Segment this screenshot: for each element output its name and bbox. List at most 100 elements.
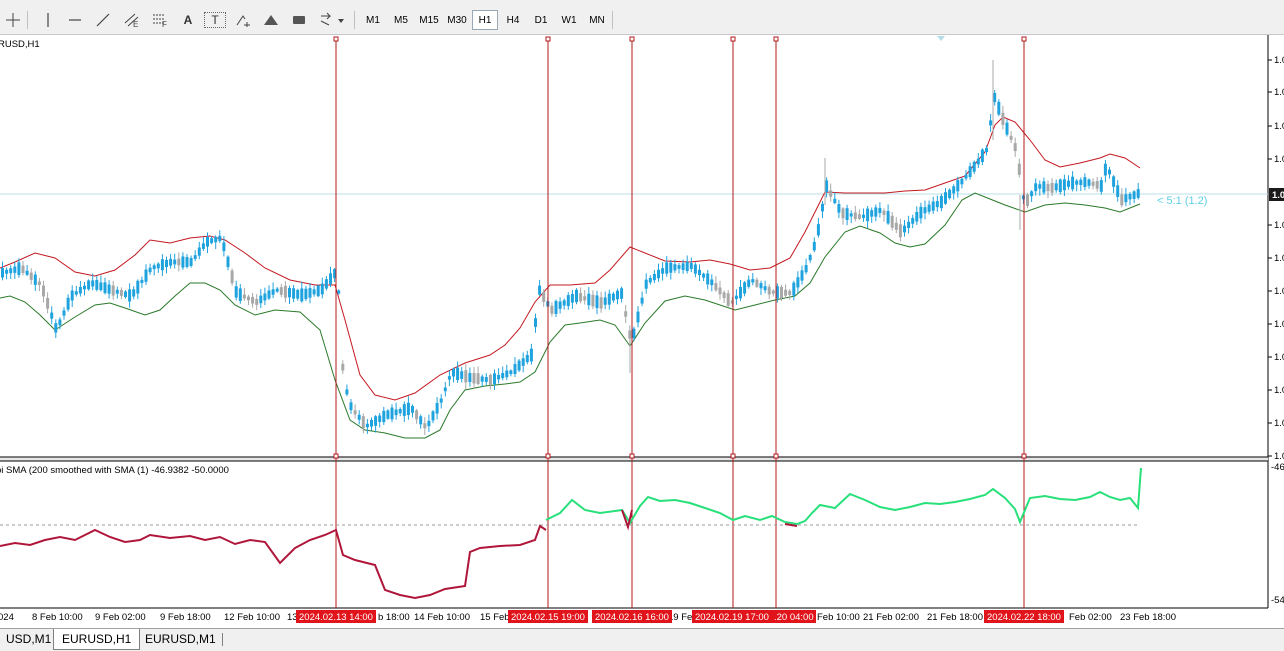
timeframe-m15-button[interactable]: M15	[416, 10, 442, 30]
vertical-marker-time-label: 2024.02.19 17:00	[695, 612, 769, 623]
candle-body	[595, 295, 599, 309]
text-label-icon[interactable]: T	[204, 12, 226, 28]
candle-body	[591, 294, 595, 307]
candle-body	[808, 255, 812, 261]
timeframe-mn-button[interactable]: MN	[584, 10, 610, 30]
candle-body	[681, 263, 685, 270]
candle-body	[148, 267, 152, 273]
candle-body	[1026, 194, 1029, 206]
candle-body	[964, 174, 968, 179]
timeframe-m30-button[interactable]: M30	[444, 10, 470, 30]
candle-body	[607, 293, 611, 305]
candle-body	[263, 293, 267, 301]
candle-body	[837, 203, 841, 213]
candle-body	[517, 360, 521, 371]
candle-body	[1108, 169, 1111, 175]
candle-body	[599, 297, 603, 309]
price-axis-label: 1.0	[1274, 87, 1284, 98]
timeframe-d1-button[interactable]: D1	[528, 10, 554, 30]
candle-body	[993, 92, 997, 103]
vertical-marker-handle-top	[773, 36, 779, 42]
horizontal-line-icon[interactable]	[64, 10, 86, 30]
vertical-marker-time-label: 2024.02.16 16:00	[595, 612, 669, 623]
vertical-line-icon[interactable]	[38, 10, 58, 30]
vertical-marker-handle-bottom	[629, 453, 635, 459]
candle-body	[398, 409, 402, 414]
timeframe-w1-button[interactable]: W1	[556, 10, 582, 30]
candle-body	[316, 285, 320, 297]
candle-body	[714, 282, 718, 291]
shapes-dropdown-icon[interactable]	[316, 10, 348, 30]
price-axis-label: 1.0	[1274, 451, 1284, 462]
candle-body	[1075, 180, 1079, 185]
candle-body	[452, 368, 455, 377]
candle-body	[558, 301, 562, 309]
candle-body	[25, 270, 29, 275]
candle-body	[197, 247, 201, 256]
candle-body	[562, 300, 566, 306]
candle-body	[693, 264, 697, 274]
candle-body	[780, 286, 783, 299]
timeframe-m5-button[interactable]: M5	[388, 10, 414, 30]
triangle-icon[interactable]	[260, 10, 282, 30]
candle-body	[386, 410, 390, 419]
candle-body	[177, 258, 181, 266]
crosshair-icon[interactable]	[2, 10, 24, 30]
candle-body	[337, 290, 341, 294]
price-axis-label: 1.0	[1274, 220, 1284, 231]
candle-body	[247, 296, 250, 301]
chart-canvas[interactable]: 1.0 1.0 1.0 1.0 1.0 1.0 1.0 1.0 1.0 1.0 1.0 1.0 1.0 <…	[0, 35, 1284, 628]
candle-body	[620, 288, 624, 299]
candle-body	[9, 268, 13, 274]
candle-body	[915, 211, 919, 222]
candle-body	[1083, 177, 1087, 188]
arrow-label-icon[interactable]	[232, 10, 254, 30]
candle-body	[251, 296, 255, 304]
candle-body	[640, 297, 644, 304]
candle-body	[357, 414, 361, 420]
candle-body	[1062, 179, 1066, 191]
timeframe-h1-button[interactable]: H1	[472, 10, 498, 30]
candle-body	[525, 355, 529, 363]
candle-body	[939, 195, 943, 209]
candle-body	[99, 282, 103, 291]
tab-usd-m1[interactable]: USD,M1	[0, 629, 59, 649]
candle-body	[70, 290, 74, 301]
candle-body	[894, 222, 898, 230]
candle-body	[37, 281, 41, 286]
candle-body	[275, 288, 279, 292]
candle-body	[74, 291, 78, 295]
candle-body	[948, 189, 952, 199]
candle-body	[1017, 163, 1021, 175]
candle-body	[484, 376, 488, 382]
candle-body	[124, 291, 127, 297]
candle-body	[226, 256, 230, 268]
tab-eurusd-m1[interactable]: EURUSD,M1	[137, 629, 224, 649]
candle-body	[657, 269, 660, 279]
candle-body	[751, 279, 755, 283]
candle-body	[862, 214, 865, 218]
time-axis-label: 21 Feb 18:00	[927, 612, 983, 623]
chart-window[interactable]: 1.0 1.0 1.0 1.0 1.0 1.0 1.0 1.0 1.0 1.0 1.0 1.0 1.0 <…	[0, 35, 1284, 628]
candle-body	[857, 214, 861, 219]
candle-body	[829, 190, 833, 197]
rectangle-icon[interactable]	[288, 10, 310, 30]
candle-body	[460, 371, 464, 379]
candle-body	[95, 279, 99, 290]
text-icon[interactable]: A	[178, 10, 198, 30]
trendline-icon[interactable]	[92, 10, 114, 30]
candle-body	[1050, 182, 1054, 193]
candle-body	[87, 280, 91, 290]
tab-eurusd-h1[interactable]: EURUSD,H1	[53, 629, 141, 650]
candle-body	[144, 269, 148, 282]
fibonacci-icon[interactable]: F	[148, 10, 172, 30]
candle-body	[62, 310, 66, 316]
svg-text:F: F	[162, 20, 167, 28]
candle-body	[521, 358, 525, 366]
equidistant-channel-icon[interactable]: E	[120, 10, 144, 30]
candle-body	[784, 289, 788, 296]
timeframe-h4-button[interactable]: H4	[500, 10, 526, 30]
timeframe-m1-button[interactable]: M1	[360, 10, 386, 30]
candle-body	[83, 285, 86, 290]
candle-body	[603, 297, 607, 305]
